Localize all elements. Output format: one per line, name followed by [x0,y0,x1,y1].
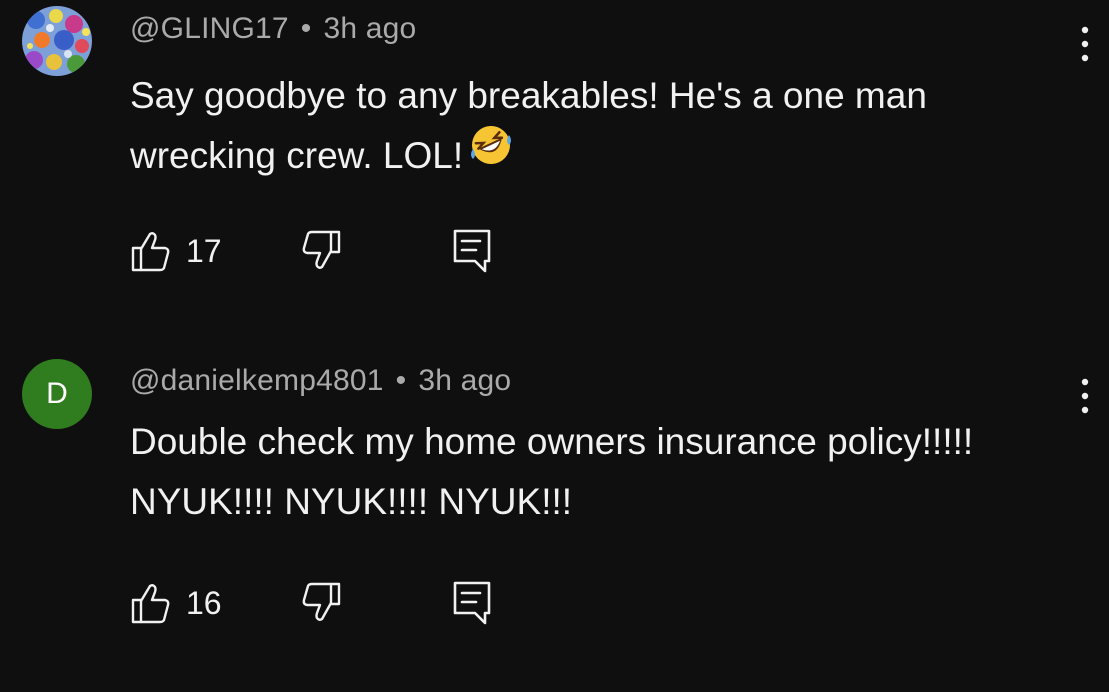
comment-actions: 17 [130,228,530,274]
comment-time: 3h ago [323,12,417,45]
like-button[interactable]: 16 [130,580,222,626]
thumbs-down-icon [302,230,341,269]
flower-avatar-image [22,6,92,76]
like-button[interactable]: 17 [130,228,222,274]
meta-separator: • [395,364,407,397]
comment-text: Say goodbye to any breakables! He's a on… [130,66,1070,189]
comment: D @danielkemp4801 • 3h ago Double check my… [0,352,1109,692]
dislike-button[interactable] [300,228,342,274]
comment-body: Say goodbye to any breakables! He's a on… [130,75,927,176]
more-vertical-icon [1081,378,1089,414]
reply-button[interactable] [452,580,492,626]
comment-body: Double check my home owners insurance po… [130,421,974,522]
more-options-button[interactable] [1075,24,1095,64]
comment-meta: @GLING17 • 3h ago [130,12,416,46]
reply-button[interactable] [452,228,492,274]
comment: @GLING17 • 3h ago Say goodbye to any break… [0,0,1109,340]
more-vertical-icon [1081,26,1089,62]
thumbs-up-icon [131,584,170,624]
meta-separator: • [300,12,312,45]
avatar[interactable]: D [22,359,92,429]
thumbs-up-icon [131,232,170,272]
thumbs-down-icon [302,582,341,621]
author-name[interactable]: @GLING17 [130,12,289,45]
comment-time: 3h ago [418,364,512,397]
dislike-button[interactable] [300,580,342,626]
reply-comment-icon [453,229,491,273]
avatar[interactable] [22,6,92,76]
like-count: 16 [186,584,222,621]
more-options-button[interactable] [1075,376,1095,416]
author-name[interactable]: @danielkemp4801 [130,364,384,397]
comment-actions: 16 [130,580,530,626]
reply-comment-icon [453,581,491,625]
comment-text: Double check my home owners insurance po… [130,412,1070,532]
like-count: 17 [186,232,222,269]
rolling-on-the-floor-laughing-icon [469,123,513,185]
comment-meta: @danielkemp4801 • 3h ago [130,364,511,398]
